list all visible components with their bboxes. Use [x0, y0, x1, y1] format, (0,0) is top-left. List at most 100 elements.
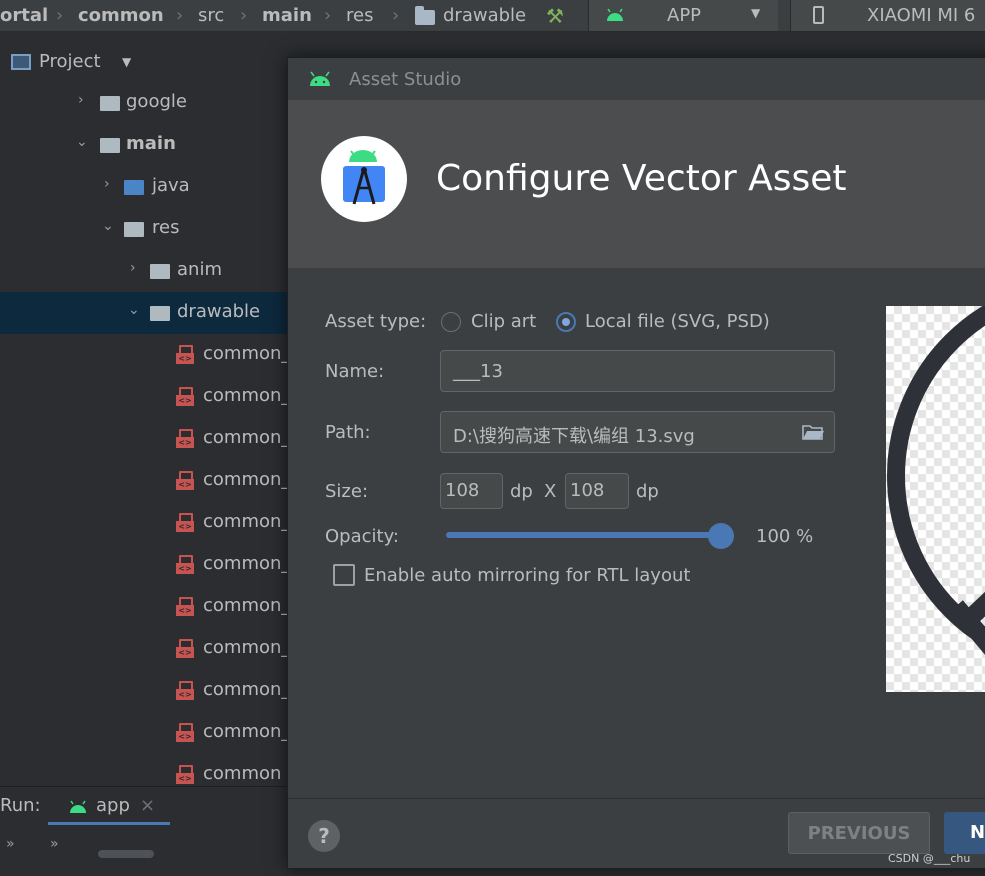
- run-config-selector[interactable]: APP ▼: [588, 0, 778, 31]
- tree-item-anim[interactable]: › anim: [0, 250, 300, 292]
- chevron-right-icon[interactable]: ›: [78, 92, 84, 108]
- run-config-label: APP: [667, 5, 702, 26]
- tree-item-label: common_: [203, 637, 291, 658]
- height-input[interactable]: 108: [565, 473, 629, 509]
- device-label: XIAOMI MI 6: [867, 5, 976, 26]
- breadcrumb-item[interactable]: src: [198, 5, 224, 26]
- tree-item-google[interactable]: › google: [0, 82, 300, 124]
- dialog-body: Asset type: Clip art Local file (SVG, PS…: [288, 268, 985, 798]
- tree-item-file[interactable]: <> common_: [0, 586, 300, 628]
- chevron-right-icon[interactable]: ›: [130, 260, 136, 276]
- height-unit: dp: [636, 481, 659, 502]
- width-input[interactable]: 108: [440, 473, 503, 509]
- next-button[interactable]: N: [944, 812, 985, 854]
- dialog-title: Asset Studio: [349, 69, 462, 90]
- tree-item-file[interactable]: <> common_: [0, 460, 300, 502]
- dialog-title-bar[interactable]: Asset Studio: [288, 58, 985, 100]
- tree-item-main[interactable]: ⌄ main: [0, 124, 300, 166]
- tree-item-label: common_: [203, 469, 291, 490]
- opacity-slider[interactable]: [446, 523, 736, 553]
- tree-item-file[interactable]: <> common_: [0, 670, 300, 712]
- xml-file-icon: <>: [176, 723, 194, 743]
- tree-item-drawable[interactable]: ⌄ drawable: [0, 292, 300, 334]
- breadcrumb-item[interactable]: res: [346, 5, 373, 26]
- xml-file-icon: <>: [176, 513, 194, 533]
- scrollbar-thumb[interactable]: [98, 850, 154, 858]
- double-chevron-icon[interactable]: »: [50, 836, 59, 852]
- chevron-down-icon[interactable]: ▼: [122, 55, 131, 69]
- tree-item-label: common_: [203, 679, 291, 700]
- tree-item-label: java: [152, 175, 190, 196]
- asset-preview: [886, 306, 985, 692]
- xml-file-icon: <>: [176, 681, 194, 701]
- chevron-right-icon: ›: [176, 5, 184, 26]
- opacity-value: 100 %: [756, 526, 814, 547]
- run-tab-label: app: [96, 795, 130, 816]
- help-button[interactable]: ?: [308, 820, 340, 852]
- navigation-bar: ortal › common › src › main › res › draw…: [0, 0, 985, 32]
- double-chevron-icon[interactable]: »: [6, 836, 15, 852]
- folder-icon: [100, 96, 120, 111]
- vector-preview-image: [887, 306, 985, 655]
- tree-item-file[interactable]: <> common_: [0, 418, 300, 460]
- tree-item-label: drawable: [177, 301, 261, 322]
- tree-item-file[interactable]: <> common_: [0, 628, 300, 670]
- local-file-option-label[interactable]: Local file (SVG, PSD): [585, 311, 770, 332]
- chevron-down-icon[interactable]: ⌄: [76, 134, 88, 150]
- clip-art-option-label[interactable]: Clip art: [471, 311, 536, 332]
- auto-mirroring-label[interactable]: Enable auto mirroring for RTL layout: [364, 565, 690, 586]
- close-icon[interactable]: ×: [140, 795, 155, 816]
- device-selector[interactable]: XIAOMI MI 6: [790, 0, 985, 31]
- hammer-icon[interactable]: ⚒: [546, 4, 564, 28]
- bottom-tool-strip: » »: [0, 826, 300, 876]
- chevron-right-icon: ›: [392, 5, 400, 26]
- project-view-title[interactable]: Project: [39, 51, 101, 72]
- open-folder-icon[interactable]: [802, 424, 824, 441]
- path-input[interactable]: D:\搜狗高速下载\编组 13.svg: [440, 411, 835, 453]
- auto-mirroring-checkbox[interactable]: [333, 564, 355, 586]
- opacity-label: Opacity:: [325, 526, 399, 547]
- width-unit: dp: [510, 481, 533, 502]
- tree-item-java[interactable]: › java: [0, 166, 300, 208]
- tree-item-label: common: [203, 763, 282, 784]
- breadcrumb-item[interactable]: common: [78, 5, 164, 26]
- breadcrumb-item[interactable]: drawable: [443, 5, 526, 26]
- xml-file-icon: <>: [176, 555, 194, 575]
- tree-item-file[interactable]: <> common_: [0, 712, 300, 754]
- folder-icon: [150, 306, 170, 321]
- opacity-slider-thumb[interactable]: [708, 523, 734, 549]
- phone-icon: [813, 6, 824, 24]
- chevron-down-icon[interactable]: ⌄: [102, 218, 114, 234]
- tree-item-label: common_: [203, 553, 291, 574]
- run-tab-app[interactable]: app ×: [48, 787, 170, 825]
- tree-item-file[interactable]: <> common_: [0, 334, 300, 376]
- breadcrumb-item[interactable]: main: [262, 5, 312, 26]
- chevron-right-icon[interactable]: ›: [104, 176, 110, 192]
- tree-item-label: res: [152, 217, 180, 238]
- name-input[interactable]: ___13: [440, 350, 835, 392]
- clip-art-radio[interactable]: [441, 312, 461, 332]
- name-label: Name:: [325, 361, 385, 382]
- tree-item-label: common_: [203, 595, 291, 616]
- folder-icon: [415, 6, 435, 25]
- tree-item-label: anim: [177, 259, 222, 280]
- tree-item-file[interactable]: <> common_: [0, 376, 300, 418]
- dialog-heading: Configure Vector Asset: [436, 158, 847, 199]
- previous-button[interactable]: PREVIOUS: [788, 812, 930, 854]
- size-label: Size:: [325, 481, 369, 502]
- breadcrumb-item[interactable]: ortal: [0, 5, 48, 26]
- tree-item-label: common_: [203, 511, 291, 532]
- xml-file-icon: <>: [176, 597, 194, 617]
- project-panel-header: Project ▼: [0, 41, 300, 83]
- source-folder-icon: [124, 180, 144, 195]
- tree-item-file[interactable]: <> common_: [0, 502, 300, 544]
- dialog-footer: ? PREVIOUS N: [288, 798, 985, 868]
- xml-file-icon: <>: [176, 765, 194, 785]
- tree-item-label: main: [126, 133, 176, 154]
- android-icon: [607, 8, 623, 21]
- tree-item-file[interactable]: <> common_: [0, 544, 300, 586]
- local-file-radio[interactable]: [556, 312, 576, 332]
- path-label: Path:: [325, 422, 371, 443]
- chevron-down-icon[interactable]: ⌄: [128, 302, 140, 318]
- tree-item-res[interactable]: ⌄ res: [0, 208, 300, 250]
